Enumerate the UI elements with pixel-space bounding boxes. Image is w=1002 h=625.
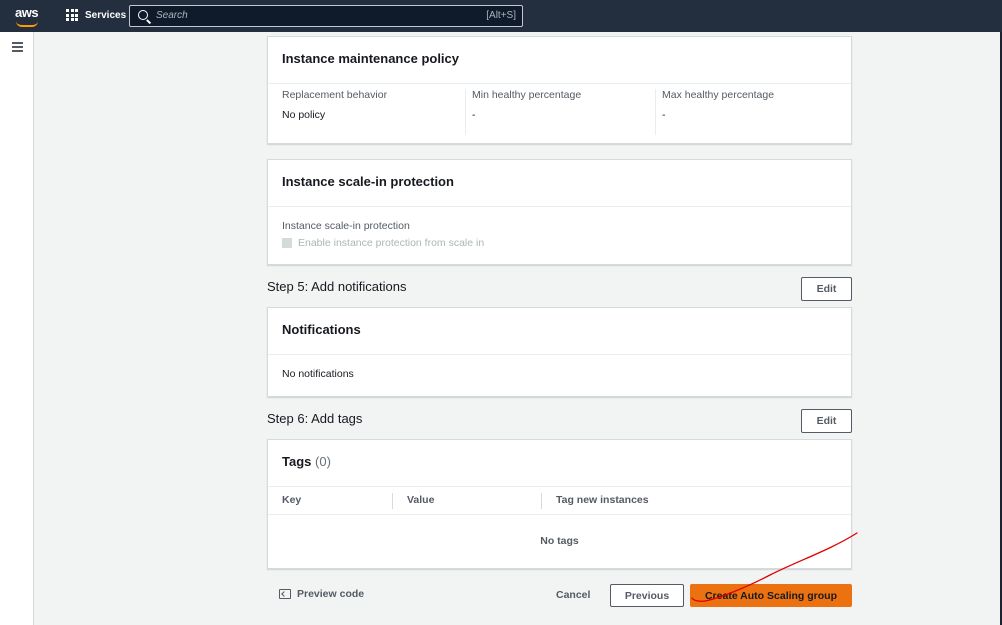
replacement-behavior-value: No policy: [282, 109, 326, 121]
top-navigation-bar: aws Services Search [Alt+S]: [0, 0, 1002, 32]
search-icon: [138, 10, 148, 20]
maintenance-policy-title: Instance maintenance policy: [268, 37, 851, 84]
column-divider: [465, 89, 466, 135]
column-header-tag-new-instances: Tag new instances: [556, 494, 649, 506]
preview-code-label: Preview code: [297, 588, 365, 600]
scale-in-protection-checkbox-label: Enable instance protection from scale in: [298, 237, 485, 249]
column-header-key: Key: [282, 494, 302, 506]
aws-logo-smile: [16, 21, 38, 27]
column-divider: [655, 89, 656, 135]
tags-title-text: Tags: [282, 454, 312, 469]
code-icon: [279, 589, 291, 599]
tags-table-header: Key Value Tag new instances: [268, 487, 851, 515]
column-header-value: Value: [407, 494, 435, 506]
services-label: Services: [85, 9, 127, 21]
menu-icon[interactable]: [12, 42, 23, 55]
scale-in-protection-panel: Instance scale-in protection Instance sc…: [267, 159, 852, 265]
notifications-title: Notifications: [268, 308, 851, 355]
scale-in-protection-checkbox-row: Enable instance protection from scale in: [282, 237, 484, 249]
min-healthy-label: Min healthy percentage: [472, 89, 582, 101]
services-menu-button[interactable]: Services: [66, 9, 126, 21]
edit-notifications-button[interactable]: Edit: [801, 277, 852, 301]
max-healthy-label: Max healthy percentage: [662, 89, 775, 101]
previous-button[interactable]: Previous: [610, 584, 684, 607]
edit-tags-button[interactable]: Edit: [801, 409, 852, 433]
tags-title: Tags (0): [268, 440, 851, 487]
column-divider: [392, 493, 393, 509]
max-healthy-field: Max healthy percentage -: [662, 89, 774, 121]
maintenance-policy-panel: Instance maintenance policy Replacement …: [267, 36, 852, 144]
replacement-behavior-field: Replacement behavior No policy: [282, 89, 387, 121]
column-divider: [541, 493, 542, 509]
side-navigation-rail: [0, 32, 34, 625]
min-healthy-value: -: [472, 109, 476, 121]
search-input[interactable]: Search [Alt+S]: [129, 5, 523, 27]
min-healthy-field: Min healthy percentage -: [472, 89, 581, 121]
scale-in-protection-label: Instance scale-in protection: [282, 220, 410, 232]
preview-code-button[interactable]: Preview code: [279, 588, 364, 600]
aws-logo[interactable]: aws: [15, 5, 39, 20]
max-healthy-value: -: [662, 109, 666, 121]
cancel-button[interactable]: Cancel: [556, 589, 590, 601]
grid-icon: [66, 9, 78, 21]
step-6-title: Step 6: Add tags: [267, 411, 363, 426]
scale-in-protection-checkbox: [282, 238, 292, 248]
tags-panel: Tags (0) Key Value Tag new instances No …: [267, 439, 852, 569]
create-auto-scaling-group-button[interactable]: Create Auto Scaling group: [690, 584, 852, 607]
scale-in-protection-title: Instance scale-in protection: [268, 160, 851, 207]
step-5-title: Step 5: Add notifications: [267, 279, 407, 294]
notifications-value: No notifications: [282, 368, 354, 380]
tags-empty-state: No tags: [540, 535, 579, 547]
search-shortcut-hint: [Alt+S]: [486, 10, 516, 21]
replacement-behavior-label: Replacement behavior: [282, 89, 388, 101]
notifications-panel: Notifications No notifications: [267, 307, 852, 397]
search-placeholder: Search: [156, 10, 188, 21]
tags-count: (0): [315, 454, 331, 469]
